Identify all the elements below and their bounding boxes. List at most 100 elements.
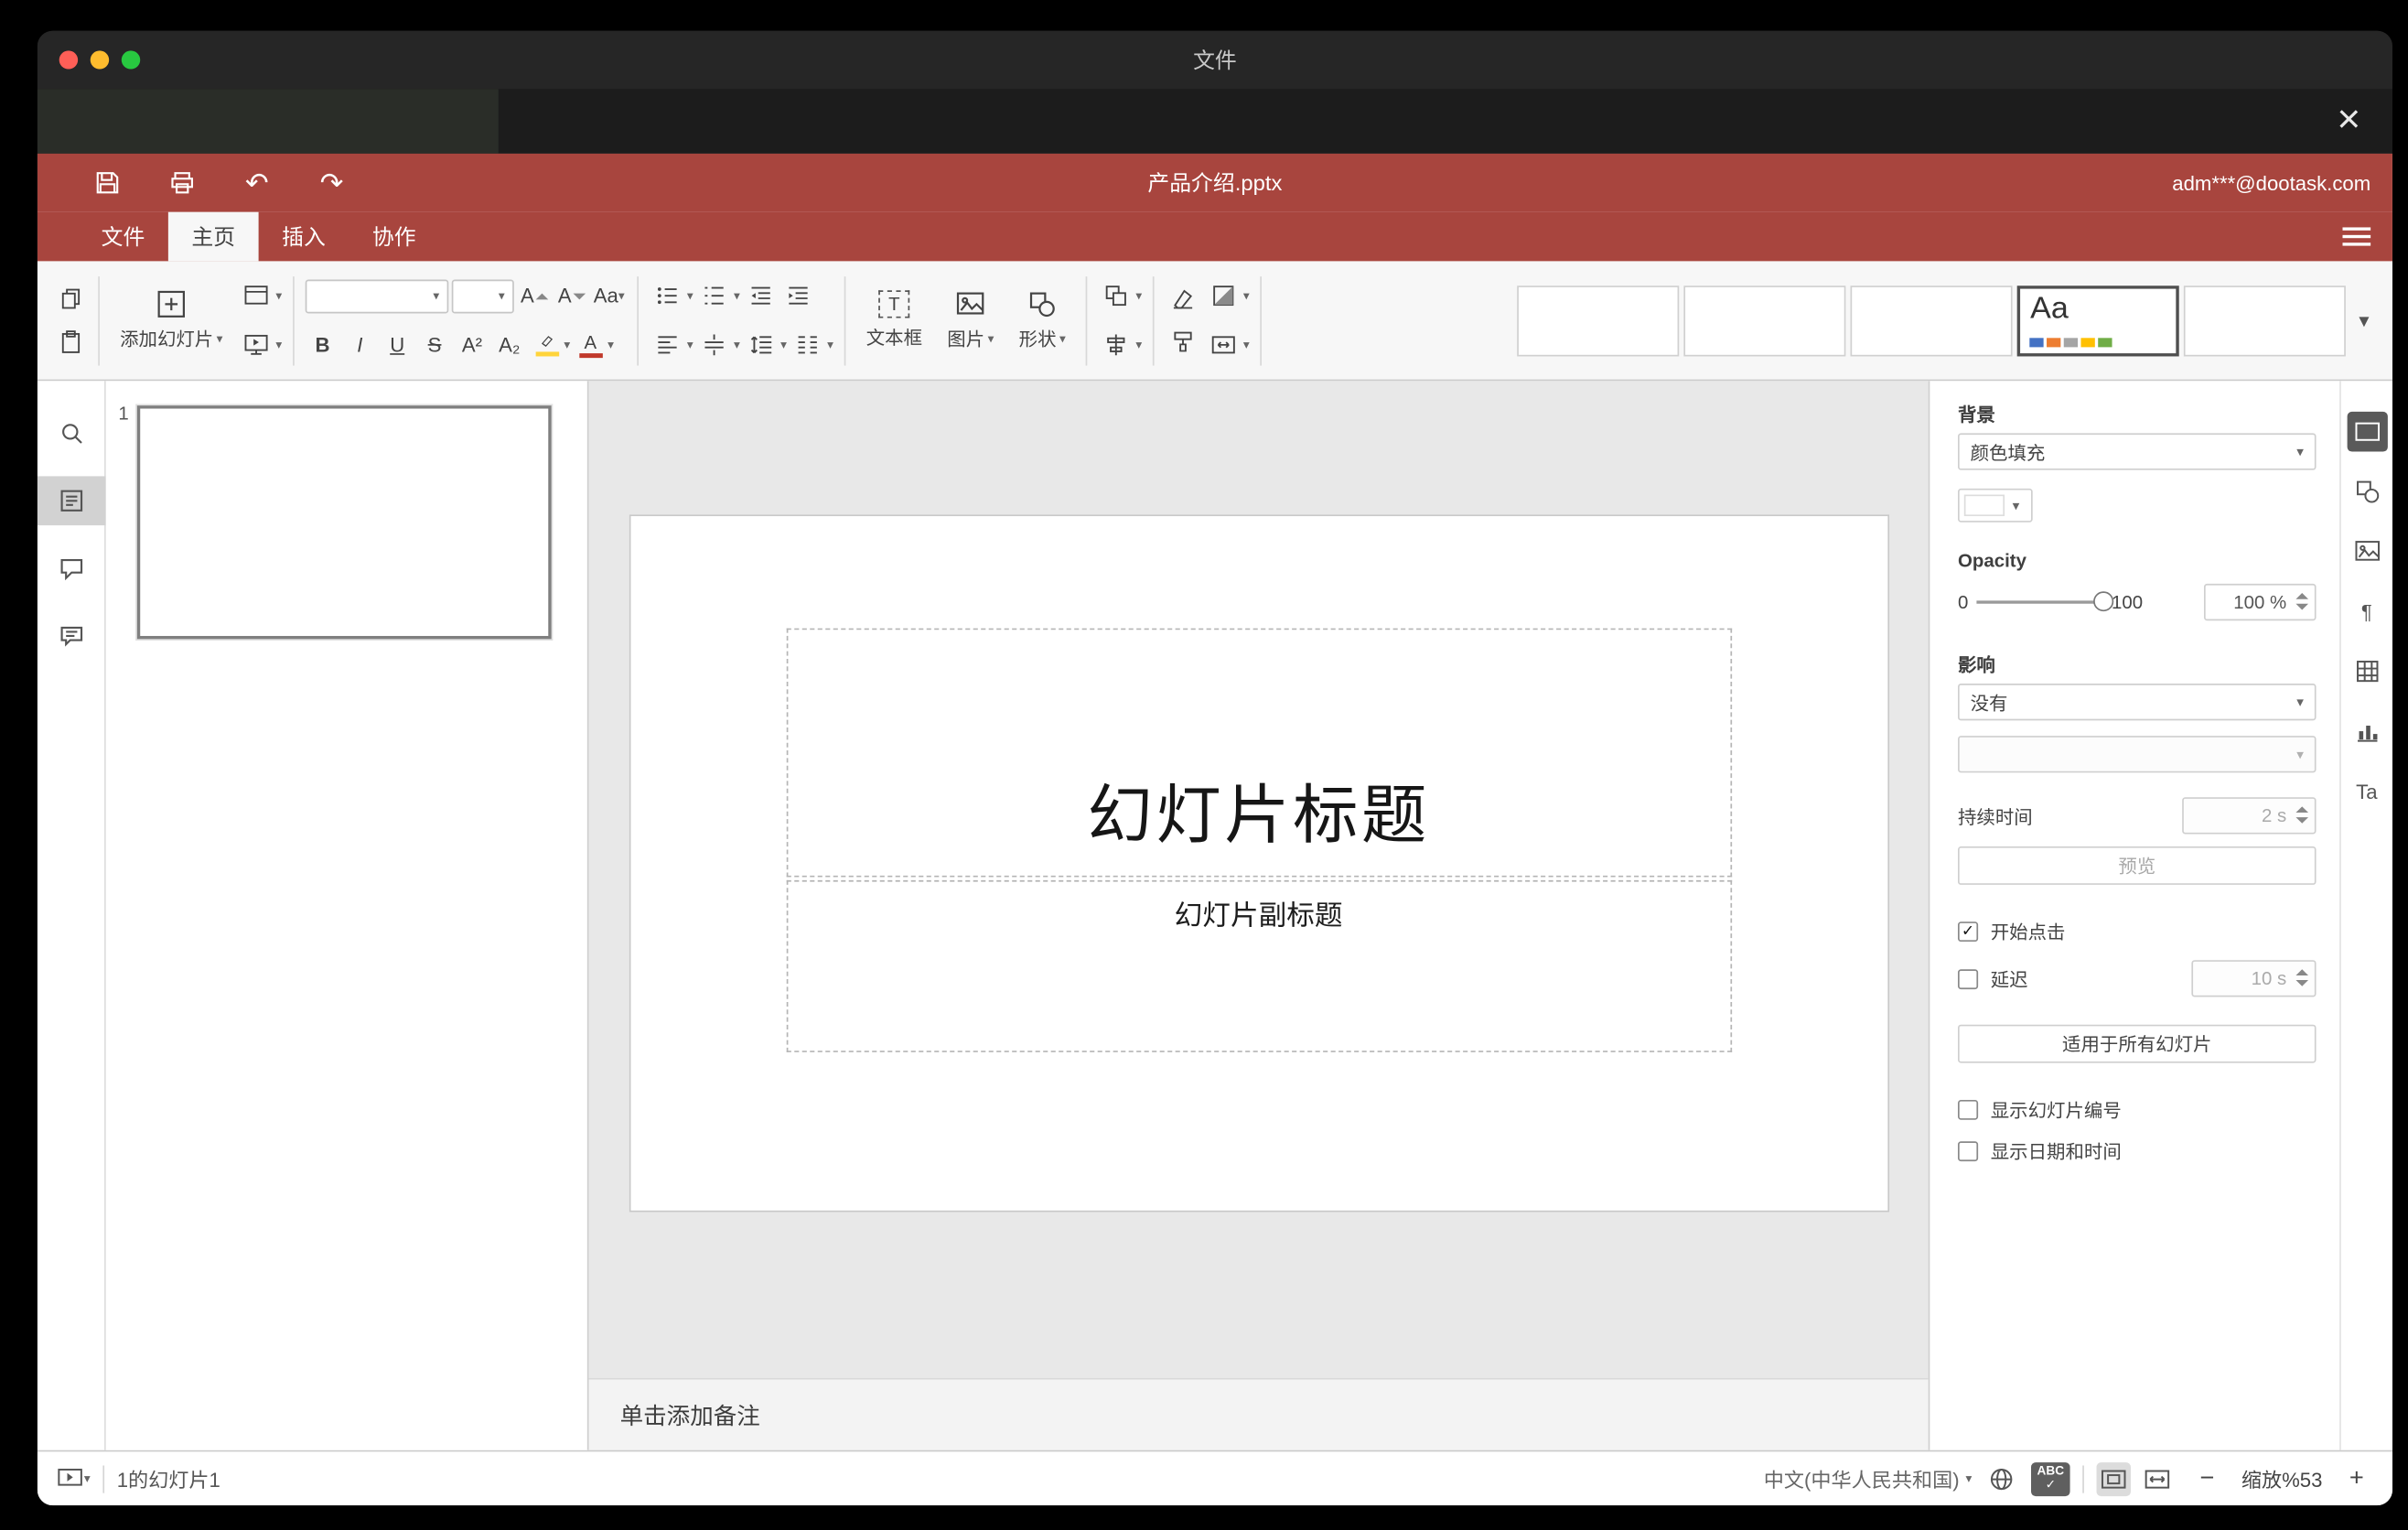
change-case-button[interactable]: Aa ▾ xyxy=(592,279,626,313)
add-slide-button[interactable]: 添加幻灯片 ▾ xyxy=(111,286,232,355)
background-color-picker[interactable]: ▾ xyxy=(1957,488,2033,523)
insert-shape-button[interactable]: 形状 ▾ xyxy=(1009,286,1075,355)
text-art-settings-icon[interactable]: Ta xyxy=(2347,771,2387,812)
bold-button[interactable]: B xyxy=(306,328,339,361)
chart-settings-icon[interactable] xyxy=(2347,711,2387,751)
insert-image-button[interactable]: 图片 ▾ xyxy=(938,286,1004,355)
theme-tile[interactable] xyxy=(1517,285,1681,356)
redo-icon[interactable]: ↷ xyxy=(315,166,349,199)
spinner-arrows-icon[interactable] xyxy=(2295,592,2309,610)
effect-variant-select[interactable]: ▾ xyxy=(1957,736,2317,773)
increase-indent-icon[interactable] xyxy=(780,279,814,313)
decrease-indent-icon[interactable] xyxy=(743,279,777,313)
theme-tile[interactable] xyxy=(2184,285,2347,356)
apply-to-all-slides-button[interactable]: 适用于所有幻灯片 xyxy=(1957,1024,2317,1063)
italic-button[interactable]: I xyxy=(343,328,377,361)
menu-icon[interactable] xyxy=(2342,227,2371,246)
chevron-down-icon[interactable]: ▾ xyxy=(84,1471,91,1484)
account-email[interactable]: adm***@dootask.com xyxy=(2172,171,2370,194)
slide-thumbnail[interactable] xyxy=(136,405,552,640)
decrement-font-size-button[interactable]: A xyxy=(554,279,588,313)
opacity-slider[interactable] xyxy=(1975,591,2113,612)
table-settings-icon[interactable] xyxy=(2347,652,2387,692)
change-layout-button[interactable]: ▾ xyxy=(239,275,282,316)
delay-input[interactable]: 10 s xyxy=(2191,960,2317,997)
horizontal-align-button[interactable] xyxy=(650,328,683,361)
start-slideshow-status-icon[interactable] xyxy=(56,1465,84,1492)
copy-icon[interactable] xyxy=(53,282,87,316)
font-color-button[interactable]: A ▾ xyxy=(574,328,614,361)
start-slideshow-button[interactable]: ▾ xyxy=(239,325,282,365)
tab-file[interactable]: 文件 xyxy=(78,212,168,262)
theme-tile-selected[interactable]: Aa xyxy=(2017,285,2180,356)
search-icon[interactable] xyxy=(38,409,105,458)
zoom-in-button[interactable]: + xyxy=(2339,1465,2373,1492)
start-on-click-checkbox[interactable]: ✓ xyxy=(1957,921,1979,943)
tab-collaboration[interactable]: 协作 xyxy=(349,212,439,262)
font-name-select[interactable]: ▾ xyxy=(305,278,449,313)
slide-size-button[interactable]: ▾ xyxy=(1206,325,1250,365)
preview-button[interactable]: 预览 xyxy=(1957,846,2317,885)
strikeout-button[interactable]: S xyxy=(417,328,451,361)
fit-to-slide-icon[interactable] xyxy=(2096,1461,2131,1496)
document-language-icon[interactable] xyxy=(1987,1465,2016,1492)
transition-effect-select[interactable]: 没有 ▾ xyxy=(1957,684,2317,721)
title-placeholder[interactable]: 幻灯片标题 xyxy=(785,628,1732,878)
increment-font-size-button[interactable]: A xyxy=(517,279,551,313)
opacity-label: Opacity xyxy=(1957,549,2026,572)
theme-sample-text: Aa xyxy=(2030,291,2069,326)
duration-input[interactable]: 2 s xyxy=(2182,797,2317,835)
minimize-traffic-light[interactable] xyxy=(90,50,110,70)
shape-settings-icon[interactable] xyxy=(2347,471,2387,512)
opacity-slider-knob[interactable] xyxy=(2092,591,2113,612)
slides-panel-icon[interactable] xyxy=(37,476,105,526)
save-icon[interactable] xyxy=(91,166,124,199)
undo-icon[interactable]: ↶ xyxy=(240,166,274,199)
slide-canvas[interactable]: 幻灯片标题 幻灯片副标题 xyxy=(628,514,1889,1212)
spinner-arrows-icon[interactable] xyxy=(2295,969,2309,986)
show-slide-number-checkbox[interactable] xyxy=(1957,1099,1979,1120)
print-icon[interactable] xyxy=(165,166,199,199)
superscript-button[interactable]: A² xyxy=(455,328,489,361)
show-date-time-checkbox[interactable] xyxy=(1957,1141,1979,1162)
theme-tile[interactable] xyxy=(1684,285,1847,356)
numbering-button[interactable] xyxy=(696,279,730,313)
slide-fill-button[interactable]: ▾ xyxy=(1206,275,1250,316)
zoom-traffic-light[interactable] xyxy=(121,50,141,70)
subscript-button[interactable]: A₂ xyxy=(492,328,526,361)
spell-check-icon[interactable]: ABC ✓ xyxy=(2031,1461,2070,1496)
bullets-button[interactable] xyxy=(650,279,683,313)
align-shape-button[interactable]: ▾ xyxy=(1099,325,1142,365)
tab-home[interactable]: 主页 xyxy=(167,211,259,262)
clear-style-icon[interactable] xyxy=(1166,282,1199,316)
line-spacing-button[interactable] xyxy=(743,328,777,361)
columns-button[interactable] xyxy=(790,328,823,361)
opacity-value-input[interactable]: 100 % xyxy=(2203,583,2317,621)
chat-icon[interactable] xyxy=(38,611,105,661)
slide-settings-icon[interactable] xyxy=(2346,411,2388,452)
subtitle-placeholder[interactable]: 幻灯片副标题 xyxy=(785,879,1732,1052)
notes-area[interactable]: 单击添加备注 xyxy=(588,1377,1929,1450)
vertical-align-button[interactable] xyxy=(696,328,730,361)
language-select[interactable]: 中文(中华人民共和国) ▾ xyxy=(1764,1464,1973,1493)
copy-style-icon[interactable] xyxy=(1166,325,1199,359)
paragraph-settings-icon[interactable]: ¶ xyxy=(2347,591,2387,631)
delay-checkbox[interactable] xyxy=(1957,968,1979,989)
fit-to-width-icon[interactable] xyxy=(2144,1465,2172,1492)
background-fill-select[interactable]: 颜色填充 ▾ xyxy=(1957,433,2317,470)
zoom-out-button[interactable]: − xyxy=(2190,1465,2224,1492)
theme-gallery-expand-icon[interactable]: ▾ xyxy=(2351,308,2377,333)
arrange-shape-button[interactable]: ▾ xyxy=(1099,275,1142,316)
highlight-color-button[interactable]: ▾ xyxy=(530,328,570,361)
comments-icon[interactable] xyxy=(38,544,105,593)
paste-icon[interactable] xyxy=(53,325,87,359)
spinner-arrows-icon[interactable] xyxy=(2295,806,2309,824)
close-traffic-light[interactable] xyxy=(59,50,79,70)
tab-insert[interactable]: 插入 xyxy=(259,212,349,262)
underline-button[interactable]: U xyxy=(380,328,414,361)
close-icon[interactable]: × xyxy=(2324,95,2373,145)
image-settings-icon[interactable] xyxy=(2347,532,2387,572)
theme-tile[interactable] xyxy=(1851,285,2014,356)
insert-textbox-button[interactable]: T 文本框 xyxy=(857,287,932,353)
font-size-select[interactable]: ▾ xyxy=(451,278,514,313)
